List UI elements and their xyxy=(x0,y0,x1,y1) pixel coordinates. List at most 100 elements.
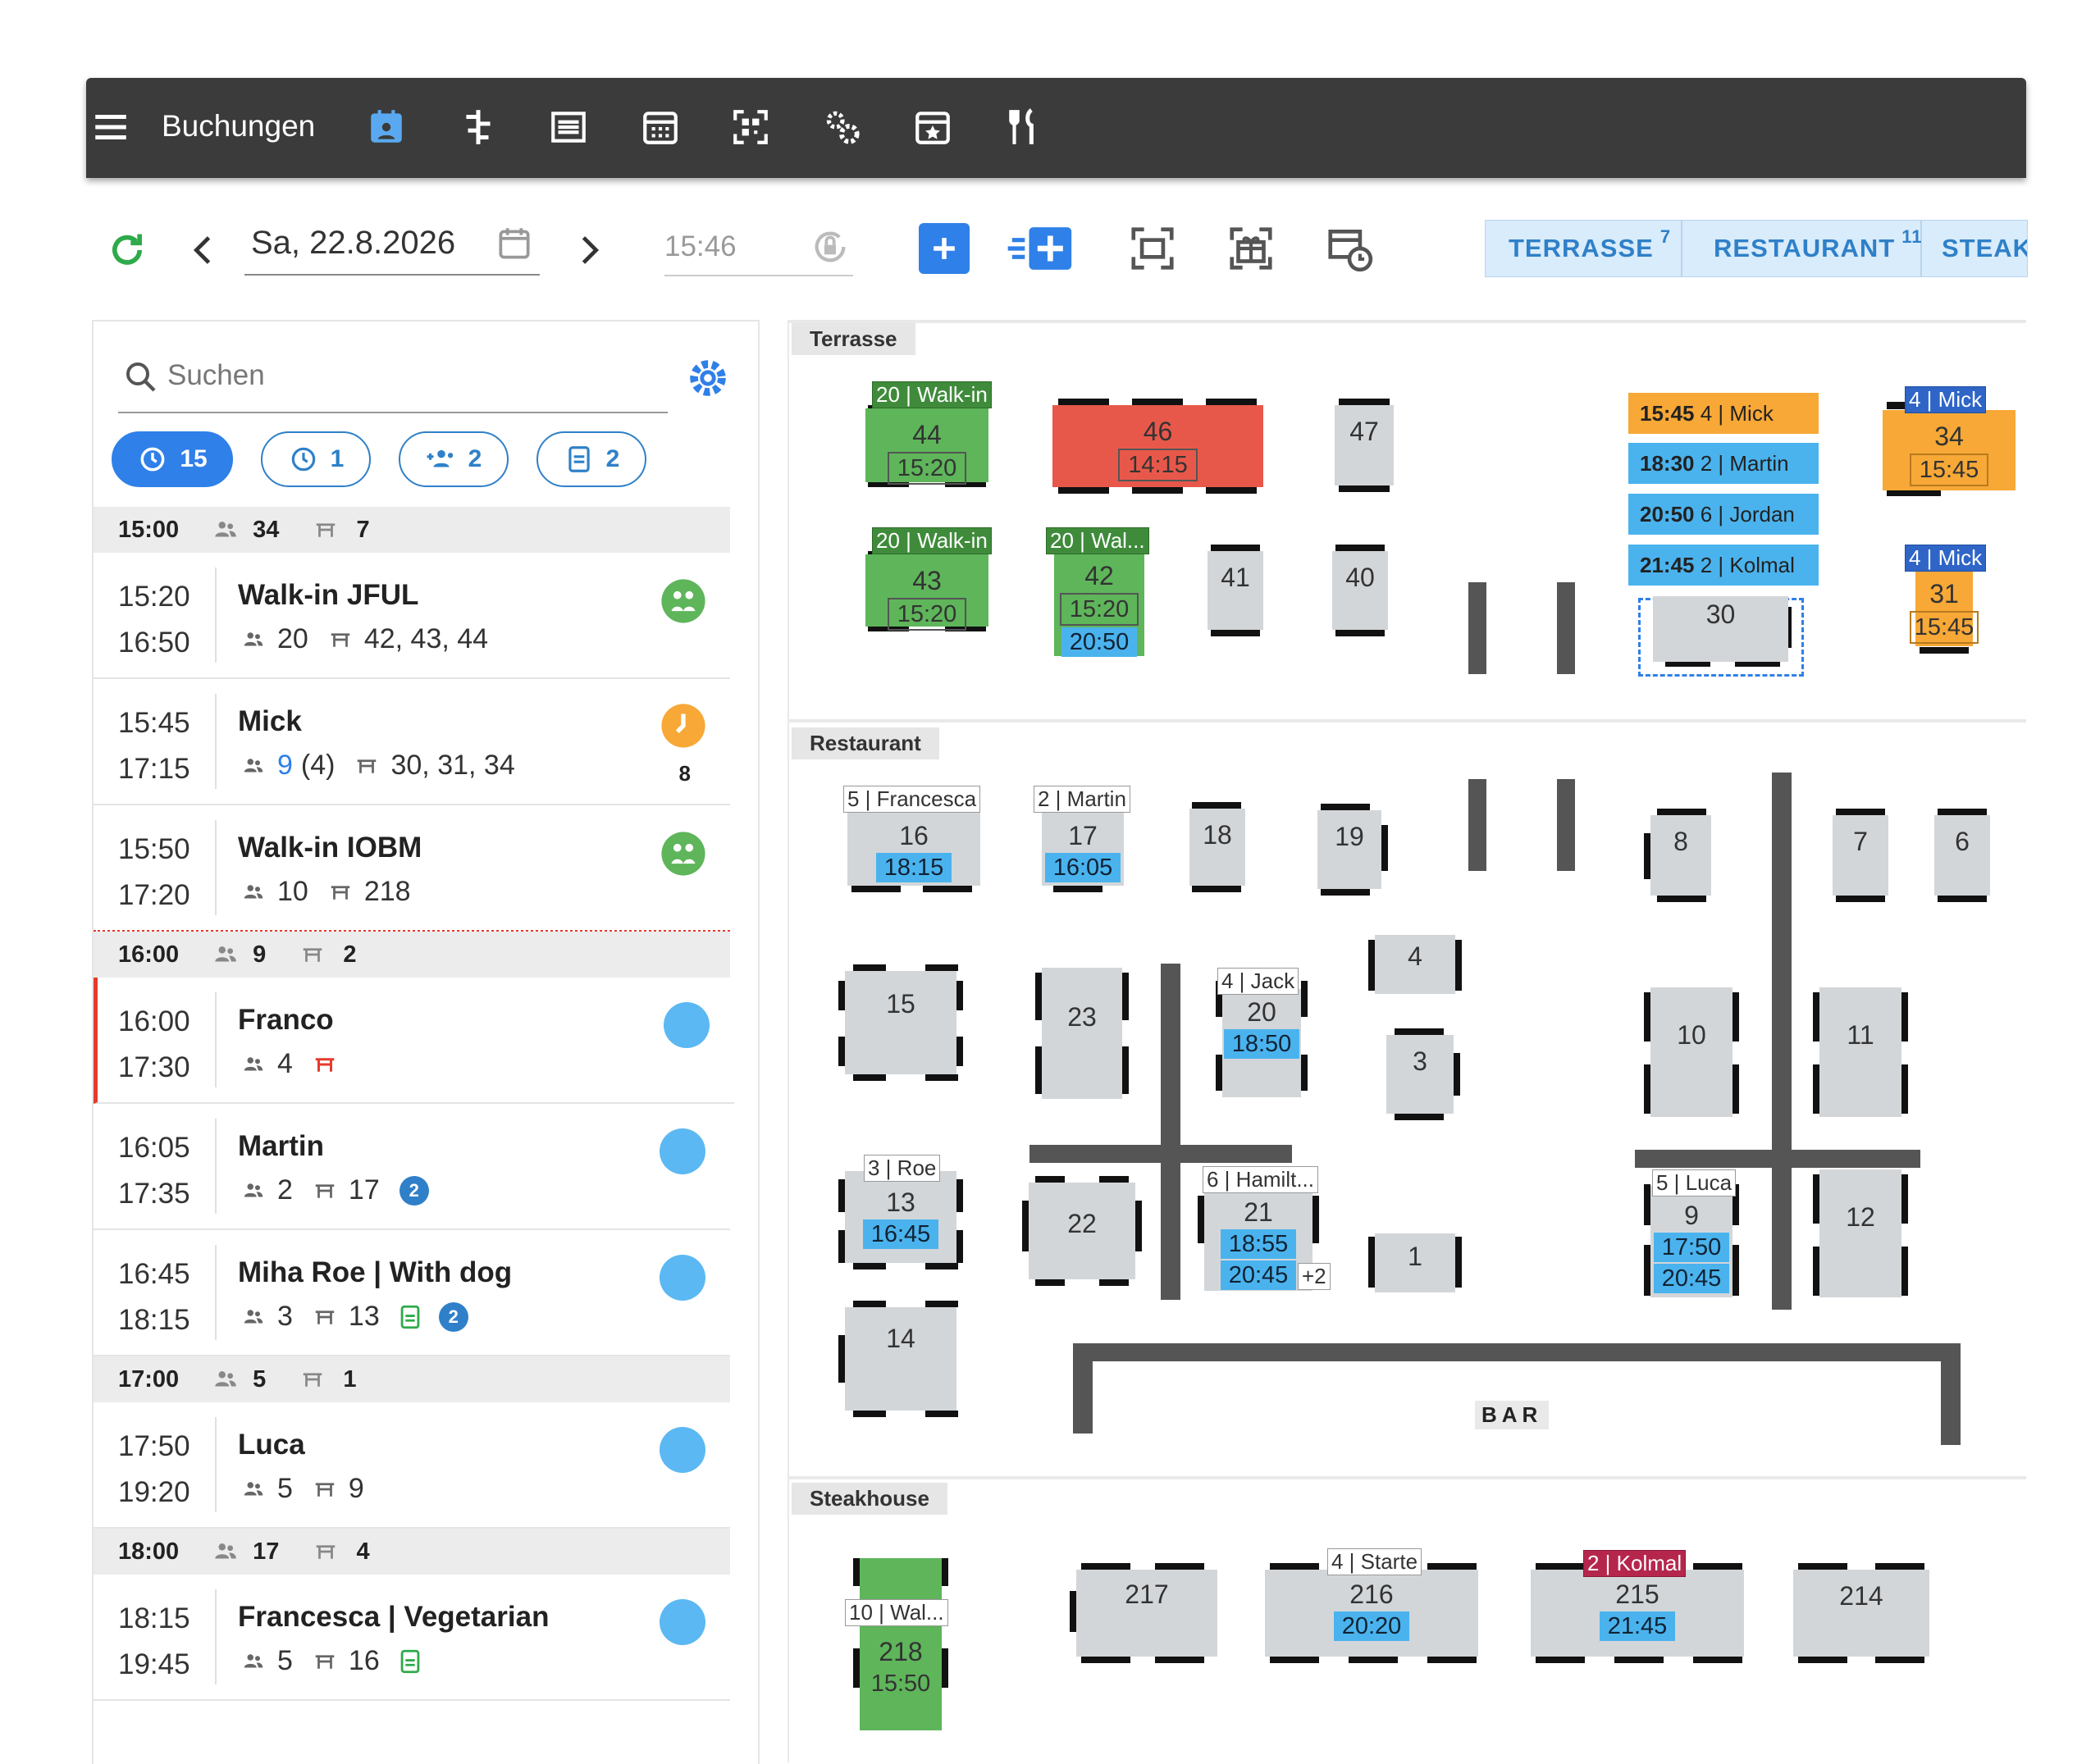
reservation-time: 20:50 xyxy=(1640,501,1695,526)
bookings-calendar-icon[interactable] xyxy=(363,104,409,150)
previous-day-chevron-icon[interactable] xyxy=(180,226,226,275)
menu-icon[interactable] xyxy=(88,104,134,150)
booking-row[interactable]: 15:50 17:20 Walk-in IOBM 10 218 xyxy=(94,805,730,932)
table-214[interactable]: 214 xyxy=(1793,1570,1929,1657)
table-8[interactable]: 8 xyxy=(1650,815,1711,896)
table-19[interactable]: 19 xyxy=(1317,810,1381,889)
table-43[interactable]: 43 15:20 xyxy=(865,554,988,631)
table-17[interactable]: 17 16:05 xyxy=(1042,809,1124,886)
table-scan-icon[interactable] xyxy=(1125,221,1180,276)
table-22[interactable]: 22 xyxy=(1029,1183,1135,1279)
table-4[interactable]: 4 xyxy=(1375,935,1455,994)
table-40[interactable]: 40 xyxy=(1332,551,1388,630)
add-walkin-button[interactable] xyxy=(1007,223,1076,274)
table-14[interactable]: 14 xyxy=(845,1307,956,1411)
table-23[interactable]: 23 xyxy=(1042,968,1122,1099)
reservation-list-item[interactable]: 15:45 4 | Mick xyxy=(1628,393,1819,434)
booking-row[interactable]: 17:50 19:20 Luca 5 9 xyxy=(94,1402,730,1529)
calendar-icon[interactable] xyxy=(637,104,683,150)
table-time: 18:55 xyxy=(1220,1229,1297,1259)
table-number: 10 xyxy=(1677,1020,1706,1050)
table-46[interactable]: 46 14:15 xyxy=(1052,405,1263,487)
chair xyxy=(1644,833,1650,879)
table-42[interactable]: 42 15:20 20:50 xyxy=(1054,554,1144,657)
reservation-list-item[interactable]: 20:50 6 | Jordan xyxy=(1628,494,1819,535)
table-16[interactable]: 16 18:15 xyxy=(847,809,980,886)
waitlist-clock-icon[interactable] xyxy=(1322,221,1376,276)
chip-walkins[interactable]: 2 xyxy=(399,431,509,487)
table-12[interactable]: 12 xyxy=(1819,1169,1901,1297)
table-icon xyxy=(331,885,350,900)
tab-steakhouse[interactable]: STEAK xyxy=(1924,221,2027,276)
table-6[interactable]: 6 xyxy=(1934,815,1990,896)
calendar-picker-icon[interactable] xyxy=(494,223,535,264)
chip-notes[interactable]: 2 xyxy=(536,431,646,487)
chair xyxy=(1732,1245,1739,1296)
chip-all-bookings[interactable]: 15 xyxy=(112,431,233,487)
chair xyxy=(838,1037,845,1066)
section-label-terrasse: Terrasse xyxy=(792,323,915,355)
search-input[interactable]: Suchen xyxy=(118,346,668,413)
table-216[interactable]: 216 20:20 xyxy=(1265,1570,1478,1657)
booking-row[interactable]: 16:05 17:35 Martin 2 17 2 xyxy=(94,1104,730,1230)
booking-row[interactable]: 15:45 17:15 Mick 9 (4) 30, 31, 34 8 xyxy=(94,679,730,805)
table-218[interactable]: 218 15:50 xyxy=(860,1558,942,1730)
chair xyxy=(1938,809,1987,815)
chair xyxy=(851,886,901,892)
qr-code-icon[interactable] xyxy=(728,104,774,150)
chair xyxy=(1813,992,1819,1042)
table-21[interactable]: 21 18:55 20:45 xyxy=(1204,1189,1312,1291)
timeline-icon[interactable] xyxy=(455,104,501,150)
table-47[interactable]: 47 xyxy=(1335,405,1394,485)
reservation-list-item[interactable]: 18:30 2 | Martin xyxy=(1628,443,1819,484)
booking-row[interactable]: 16:45 18:15 Miha Roe | With dog 3 13 2 xyxy=(94,1230,730,1356)
reservation-list-item[interactable]: 21:45 2 | Kolmal xyxy=(1628,545,1819,586)
table-1[interactable]: 1 xyxy=(1375,1233,1455,1292)
time-lock-icon[interactable] xyxy=(807,224,853,270)
chair xyxy=(1321,889,1370,896)
table-218-label: 10 | Wal... xyxy=(845,1599,948,1626)
event-star-icon[interactable] xyxy=(910,104,956,150)
table-15[interactable]: 15 xyxy=(845,971,956,1074)
gift-voucher-icon[interactable] xyxy=(1224,221,1278,276)
refresh-icon[interactable] xyxy=(103,226,152,275)
settings-gears-icon[interactable] xyxy=(819,104,865,150)
table-31[interactable]: 31 15:45 xyxy=(1909,567,1979,646)
booking-row[interactable]: 16:00 17:30 Franco 4 xyxy=(94,978,734,1104)
chair xyxy=(923,886,972,892)
table-7[interactable]: 7 xyxy=(1833,815,1888,896)
table-13[interactable]: 13 16:45 xyxy=(845,1171,956,1263)
tab-restaurant[interactable]: RESTAURANT 11 xyxy=(1684,221,1922,276)
table-30[interactable]: 30 xyxy=(1653,596,1788,662)
table-9[interactable]: 9 17:50 20:45 xyxy=(1650,1186,1732,1297)
next-day-chevron-icon[interactable] xyxy=(566,226,612,275)
table-215[interactable]: 215 21:45 xyxy=(1531,1570,1744,1657)
table-16-label: 5 | Francesca xyxy=(843,786,981,813)
time-field[interactable]: 15:46 xyxy=(664,217,853,276)
booking-end: 19:45 xyxy=(118,1648,190,1680)
list-settings-gear-icon[interactable] xyxy=(684,354,732,402)
table-number: 47 xyxy=(1349,417,1379,446)
guests-icon xyxy=(244,758,263,772)
booking-row[interactable]: 18:15 19:45 Francesca | Vegetarian 5 16 xyxy=(94,1575,730,1701)
table-34[interactable]: 34 15:45 xyxy=(1883,410,2016,490)
table-44[interactable]: 44 15:20 xyxy=(865,408,988,485)
table-21-more[interactable]: +2 xyxy=(1298,1263,1331,1290)
chair xyxy=(1192,802,1241,809)
chip-upcoming[interactable]: 1 xyxy=(261,431,371,487)
booking-row[interactable]: 15:20 16:50 Walk-in JFUL 20 42, 43, 44 xyxy=(94,553,730,679)
table-20[interactable]: 20 18:50 xyxy=(1222,989,1301,1097)
tab-terrasse[interactable]: TERRASSE 7 xyxy=(1486,221,1682,276)
table-217[interactable]: 217 xyxy=(1076,1570,1217,1657)
add-booking-button[interactable] xyxy=(919,223,970,274)
table-11[interactable]: 11 xyxy=(1819,987,1901,1117)
table-18[interactable]: 18 xyxy=(1189,809,1245,886)
booking-guests: 2 xyxy=(277,1174,293,1206)
table-41[interactable]: 41 xyxy=(1208,551,1263,630)
table-10[interactable]: 10 xyxy=(1650,987,1732,1117)
table-3[interactable]: 3 xyxy=(1386,1035,1454,1114)
booking-start: 16:45 xyxy=(118,1258,190,1290)
restaurant-icon[interactable] xyxy=(1002,104,1048,150)
date-field[interactable]: Sa, 22.8.2026 xyxy=(244,215,540,276)
list-icon[interactable] xyxy=(546,104,591,150)
